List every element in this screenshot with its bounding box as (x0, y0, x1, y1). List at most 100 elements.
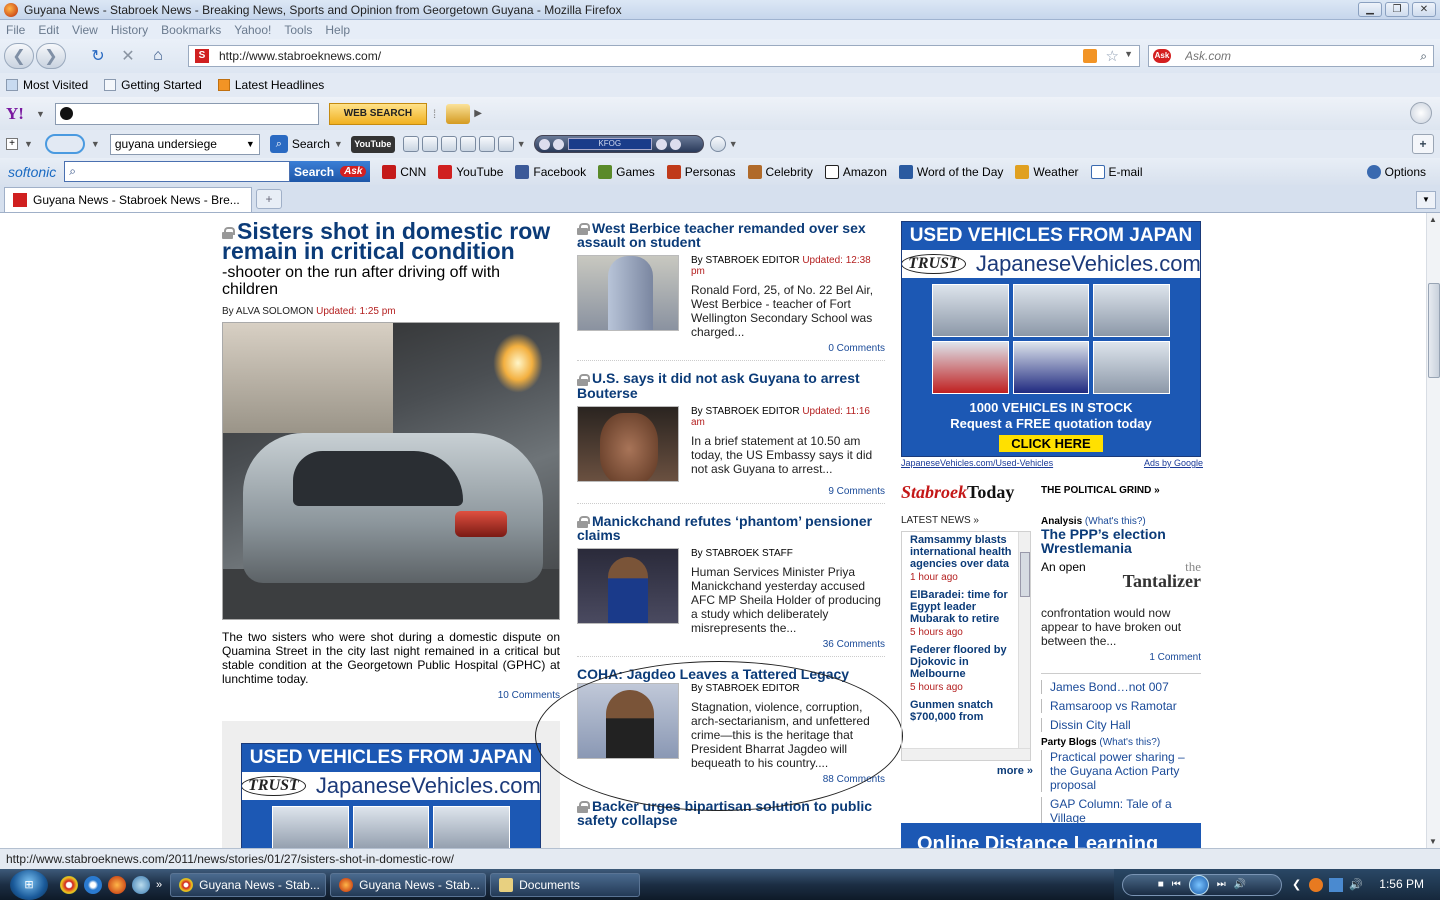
tray-expand-icon[interactable]: ❮ (1292, 878, 1301, 891)
latest-news-scroller[interactable]: Ramsammy blasts international health age… (901, 531, 1031, 761)
stabroek-today-logo[interactable]: StabroekToday (901, 482, 1033, 503)
softonic-link-word-of-the-day[interactable]: Word of the Day (898, 164, 1003, 179)
refresh-stream-icon[interactable] (709, 136, 726, 152)
opinion-link[interactable]: Dissin City Hall (1041, 718, 1201, 732)
bookmark-most-visited[interactable]: Most Visited (6, 78, 88, 92)
news-title[interactable]: Federer floored by Djokovic in Melbourne (910, 644, 1016, 680)
whats-this-link[interactable]: (What's this?) (1099, 737, 1160, 748)
info-icon[interactable] (440, 136, 457, 152)
story-headline-text[interactable]: West Berbice teacher remanded over sex a… (577, 220, 866, 250)
softonic-link-weather[interactable]: Weather (1015, 164, 1079, 179)
news-scrollbar[interactable] (1018, 532, 1030, 750)
analysis-headline[interactable]: The PPP’s election Wrestlemania (1041, 527, 1201, 555)
more-news-link[interactable]: more » (901, 765, 1033, 777)
softonic-link-cnn[interactable]: CNN (382, 164, 426, 179)
restore-button[interactable]: ❐ (1385, 2, 1409, 17)
chat-icon[interactable] (478, 136, 495, 152)
bookmark-latest-headlines[interactable]: Latest Headlines (217, 78, 324, 92)
news-title[interactable]: Ramsammy blasts international health age… (910, 534, 1016, 570)
internet-explorer-icon[interactable] (84, 875, 102, 894)
reload-icon[interactable]: ↻ (86, 45, 110, 67)
taskbar-item-firefox[interactable]: Guyana News - Stab... (330, 872, 487, 897)
volume-icon[interactable]: 🔊 (1234, 879, 1246, 890)
story-headline[interactable]: Backer urges bipartisan solution to publ… (577, 799, 885, 827)
minimize-button[interactable]: ▁ (1358, 2, 1382, 17)
softonic-link-personas[interactable]: Personas (666, 164, 736, 179)
story-headline-text[interactable]: U.S. says it did not ask Guyana to arres… (577, 370, 860, 400)
media-player-controls[interactable]: ■ ⏮ ⏭ 🔊 (1122, 873, 1282, 896)
softonic-link-amazon[interactable]: Amazon (824, 164, 887, 179)
volume-icon[interactable]: 🔊 (1349, 878, 1363, 891)
globe-icon[interactable] (421, 136, 438, 152)
story-thumbnail[interactable] (577, 255, 679, 332)
rss-feed-icon[interactable] (1083, 49, 1097, 63)
political-grind-link[interactable]: THE POLITICAL GRIND » (1041, 485, 1201, 496)
add-toolbar-button[interactable]: + (1412, 134, 1434, 154)
menu-yahoo[interactable]: Yahoo! (234, 23, 271, 37)
story-headline-text[interactable]: COHA: Jagdeo Leaves a Tattered Legacy (577, 666, 849, 682)
japanese-vehicles-ad-banner[interactable]: USED VEHICLES FROM JAPAN TRUST JapaneseVe… (241, 743, 541, 848)
radio-menu-icon[interactable] (669, 138, 681, 150)
youtube-button[interactable]: YouTube (350, 135, 395, 153)
blog-link[interactable]: GAP Column: Tale of a Village (1041, 797, 1201, 825)
story-headline[interactable]: U.S. says it did not ask Guyana to arres… (577, 370, 885, 400)
softonic-link-games[interactable]: Games (598, 164, 655, 179)
ads-by-google-link[interactable]: Ads by Google (1144, 458, 1203, 468)
story-headline[interactable]: West Berbice teacher remanded over sex a… (577, 221, 885, 249)
ad-url-link[interactable]: JapaneseVehicles.com/Used-Vehicles (901, 458, 1053, 468)
radio-prev-icon[interactable] (538, 138, 550, 150)
network-icon[interactable] (1329, 877, 1344, 892)
yahoo-logo-icon[interactable]: Y! (6, 104, 24, 124)
taskbar-item-documents[interactable]: Documents (490, 872, 641, 897)
yahoo-menu-dropdown-icon[interactable]: ▼ (36, 109, 45, 119)
opinion-link[interactable]: Ramsaroop vs Ramotar (1041, 699, 1201, 713)
back-button[interactable]: ❮ (4, 43, 34, 69)
search-icon[interactable]: ⌕ (269, 135, 288, 153)
volume-icon[interactable] (655, 138, 667, 150)
search-icon[interactable] (132, 875, 150, 894)
comments-link[interactable]: 9 Comments (577, 486, 885, 497)
story-thumbnail[interactable] (577, 405, 679, 482)
softonic-options[interactable]: Options (1366, 164, 1426, 179)
close-button[interactable]: ✕ (1412, 2, 1436, 17)
calculator-icon[interactable] (497, 136, 514, 152)
gear-icon[interactable] (1410, 102, 1432, 124)
story-thumbnail[interactable] (577, 547, 679, 624)
latest-news-link[interactable]: LATEST NEWS » (901, 515, 1033, 526)
radio-player[interactable]: KFOG (533, 135, 704, 153)
story-headline-text[interactable]: Backer urges bipartisan solution to publ… (577, 798, 872, 828)
softonic-link-facebook[interactable]: Facebook (515, 164, 586, 179)
softonic-logo[interactable]: softonic (8, 164, 56, 180)
story-thumbnail[interactable] (577, 682, 679, 759)
search-icon[interactable]: ⌕ (1420, 49, 1427, 64)
softonic-link-youtube[interactable]: YouTube (438, 164, 503, 179)
stop-icon[interactable]: ■ (1158, 879, 1164, 890)
radio-stop-icon[interactable] (552, 138, 564, 150)
forward-button[interactable]: ❯ (36, 43, 66, 69)
scroll-down-icon[interactable]: ▼ (1429, 837, 1437, 846)
scroll-up-icon[interactable]: ▲ (1429, 215, 1437, 224)
news-item[interactable]: Gunmen snatch $700,000 from (910, 699, 1016, 723)
story-headline[interactable]: Manickchand refutes ‘phantom’ pensioner … (577, 514, 885, 542)
main-headline[interactable]: Sisters shot in domestic row remain in c… (222, 220, 560, 263)
play-icon[interactable] (459, 136, 476, 152)
next-icon[interactable]: ⏭ (1217, 879, 1226, 890)
taskbar-item-chrome[interactable]: Guyana News - Stab... (170, 872, 327, 897)
menu-edit[interactable]: Edit (38, 23, 59, 37)
menu-file[interactable]: File (6, 23, 25, 37)
bookmark-getting-started[interactable]: Getting Started (104, 78, 202, 92)
dropdown-icon[interactable]: ▼ (24, 139, 33, 149)
online-distance-learning-ad[interactable]: Online Distance Learning (901, 823, 1201, 848)
news-title[interactable]: ElBaradei: time for Egypt leader Mubarak… (910, 589, 1016, 625)
softonic-search-button[interactable]: Search Ask (290, 161, 371, 182)
menu-view[interactable]: View (72, 23, 98, 37)
ad-click-here-button[interactable]: CLICK HERE (999, 435, 1103, 452)
tray-app-icon[interactable] (1309, 877, 1324, 892)
menu-help[interactable]: Help (325, 23, 350, 37)
tab-list-button[interactable]: ▼ (1416, 191, 1436, 209)
dropdown-icon[interactable]: ▼ (334, 139, 343, 149)
comments-link[interactable]: 1 Comment (1041, 652, 1201, 663)
firefox-icon[interactable] (108, 875, 126, 894)
dropdown-icon[interactable]: ▼ (246, 139, 255, 149)
comments-link[interactable]: 10 Comments (222, 690, 560, 701)
